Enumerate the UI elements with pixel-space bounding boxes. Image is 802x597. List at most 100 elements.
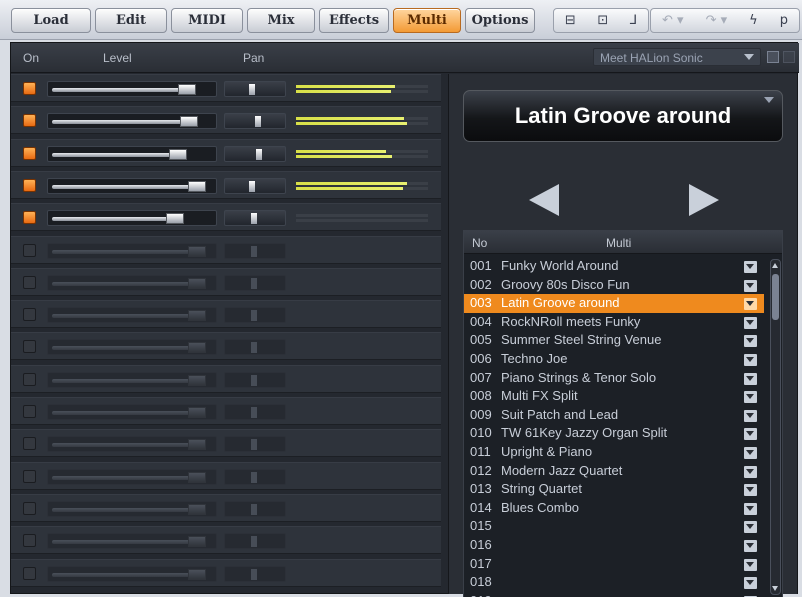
undo-icon[interactable]: ↶ ▾	[662, 13, 684, 28]
pan-slider[interactable]	[224, 177, 286, 194]
pan-slider[interactable]	[224, 436, 286, 453]
p-icon[interactable]: p	[780, 13, 788, 28]
item-menu-icon[interactable]	[744, 279, 757, 292]
level-slider[interactable]	[47, 500, 217, 517]
level-slider[interactable]	[47, 468, 217, 485]
scroll-up-icon[interactable]	[772, 263, 778, 268]
level-slider-handle[interactable]	[188, 536, 206, 548]
level-slider[interactable]	[47, 81, 217, 97]
level-slider-handle[interactable]	[178, 84, 196, 95]
tab-effects[interactable]: Effects	[319, 8, 389, 33]
multi-list-item[interactable]: 002 Groovy 80s Disco Fun	[464, 276, 764, 295]
item-menu-icon[interactable]	[744, 409, 757, 422]
level-slider-handle[interactable]	[188, 407, 206, 418]
pan-slider[interactable]	[224, 371, 286, 388]
item-menu-icon[interactable]	[744, 558, 757, 571]
slot-on-toggle[interactable]	[23, 243, 36, 257]
multi-list-item[interactable]: 016	[464, 536, 764, 555]
slot-on-toggle[interactable]	[23, 211, 36, 225]
slot-on-toggle[interactable]	[23, 437, 36, 451]
pan-slider-handle[interactable]	[251, 536, 257, 548]
multi-list-item[interactable]: 012 Modern Jazz Quartet	[464, 462, 764, 481]
level-slider-handle[interactable]	[188, 245, 206, 257]
pan-slider-handle[interactable]	[256, 148, 262, 160]
slot-on-toggle[interactable]	[23, 82, 36, 95]
tab-options[interactable]: Options	[465, 8, 535, 33]
multi-list-scrollbar[interactable]	[770, 259, 781, 595]
level-slider[interactable]	[47, 533, 217, 550]
scroll-down-icon[interactable]	[772, 586, 778, 591]
level-slider[interactable]	[47, 404, 217, 420]
multi-list-item[interactable]: 005 Summer Steel String Venue	[464, 331, 764, 350]
multi-list-item[interactable]: 010 TW 61Key Jazzy Organ Split	[464, 424, 764, 443]
pan-slider-handle[interactable]	[251, 374, 257, 386]
item-menu-icon[interactable]	[744, 446, 757, 459]
previous-multi-icon[interactable]	[529, 184, 559, 216]
slot-on-toggle[interactable]	[23, 308, 36, 322]
level-slider[interactable]	[47, 371, 217, 388]
slot-on-toggle[interactable]	[23, 405, 36, 418]
item-menu-icon[interactable]	[744, 465, 757, 478]
item-menu-icon[interactable]	[744, 577, 757, 590]
pan-slider[interactable]	[224, 81, 286, 97]
multi-name-display[interactable]: Latin Groove around	[463, 90, 783, 142]
pan-slider-handle[interactable]	[251, 439, 257, 451]
multi-list-item[interactable]: 011 Upright & Piano	[464, 443, 764, 462]
multi-list-item[interactable]: 004 RockNRoll meets Funky	[464, 313, 764, 332]
level-slider-handle[interactable]	[180, 116, 198, 128]
level-slider-handle[interactable]	[188, 310, 206, 322]
pan-slider[interactable]	[224, 307, 286, 324]
insert-slot-icon[interactable]: ⊟	[565, 13, 576, 28]
level-slider-handle[interactable]	[169, 148, 187, 160]
slot-on-toggle[interactable]	[23, 114, 36, 128]
level-slider[interactable]	[47, 145, 217, 162]
multi-list-item[interactable]: 009 Suit Patch and Lead	[464, 406, 764, 425]
pan-slider[interactable]	[224, 210, 286, 227]
multi-list-item[interactable]: 014 Blues Combo	[464, 499, 764, 518]
pan-slider-handle[interactable]	[251, 407, 257, 418]
multi-list-item[interactable]: 018	[464, 573, 764, 592]
level-slider-handle[interactable]	[188, 180, 206, 192]
next-multi-icon[interactable]	[689, 184, 719, 216]
slot-on-toggle[interactable]	[23, 469, 36, 483]
level-slider[interactable]	[47, 177, 217, 194]
level-slider[interactable]	[47, 242, 217, 259]
level-slider[interactable]	[47, 565, 217, 582]
multi-list-item[interactable]: 013 String Quartet	[464, 480, 764, 499]
slot-on-toggle[interactable]	[23, 178, 36, 192]
pan-slider[interactable]	[224, 242, 286, 259]
multi-list-item[interactable]: 008 Multi FX Split	[464, 387, 764, 406]
slot-on-toggle[interactable]	[23, 146, 36, 160]
level-slider-handle[interactable]	[188, 439, 206, 451]
multi-list-item[interactable]: 017	[464, 555, 764, 574]
pan-slider[interactable]	[224, 468, 286, 485]
pan-slider-handle[interactable]	[251, 277, 257, 289]
tab-multi[interactable]: Multi	[393, 8, 461, 33]
multi-list-item[interactable]: 006 Techno Joe	[464, 350, 764, 369]
tab-edit[interactable]: Edit	[95, 8, 167, 33]
level-slider[interactable]	[47, 307, 217, 324]
pan-slider[interactable]	[224, 274, 286, 291]
tab-mix[interactable]: Mix	[247, 8, 315, 33]
redo-icon[interactable]: ↷ ▾	[706, 13, 728, 28]
slot-on-toggle[interactable]	[23, 534, 36, 548]
item-menu-icon[interactable]	[744, 521, 757, 534]
pan-slider-handle[interactable]	[251, 310, 257, 322]
item-menu-icon[interactable]	[744, 428, 757, 441]
pan-slider[interactable]	[224, 565, 286, 582]
multi-list-item[interactable]: 007 Piano Strings & Tenor Solo	[464, 369, 764, 388]
pan-slider-handle[interactable]	[251, 245, 257, 257]
level-slider[interactable]	[47, 436, 217, 453]
level-slider[interactable]	[47, 274, 217, 291]
multi-list-item[interactable]: 001 Funky World Around	[464, 257, 764, 276]
item-menu-icon[interactable]	[744, 316, 757, 329]
multi-list-item[interactable]: 003 Latin Groove around	[464, 294, 764, 313]
item-menu-icon[interactable]	[744, 298, 757, 311]
level-slider[interactable]	[47, 113, 217, 130]
pan-slider[interactable]	[224, 404, 286, 420]
level-slider-handle[interactable]	[188, 471, 206, 483]
multi-list-item[interactable]: 019	[464, 592, 764, 597]
pan-slider[interactable]	[224, 113, 286, 130]
slot-on-toggle[interactable]	[23, 501, 36, 515]
pan-slider-handle[interactable]	[251, 568, 257, 580]
